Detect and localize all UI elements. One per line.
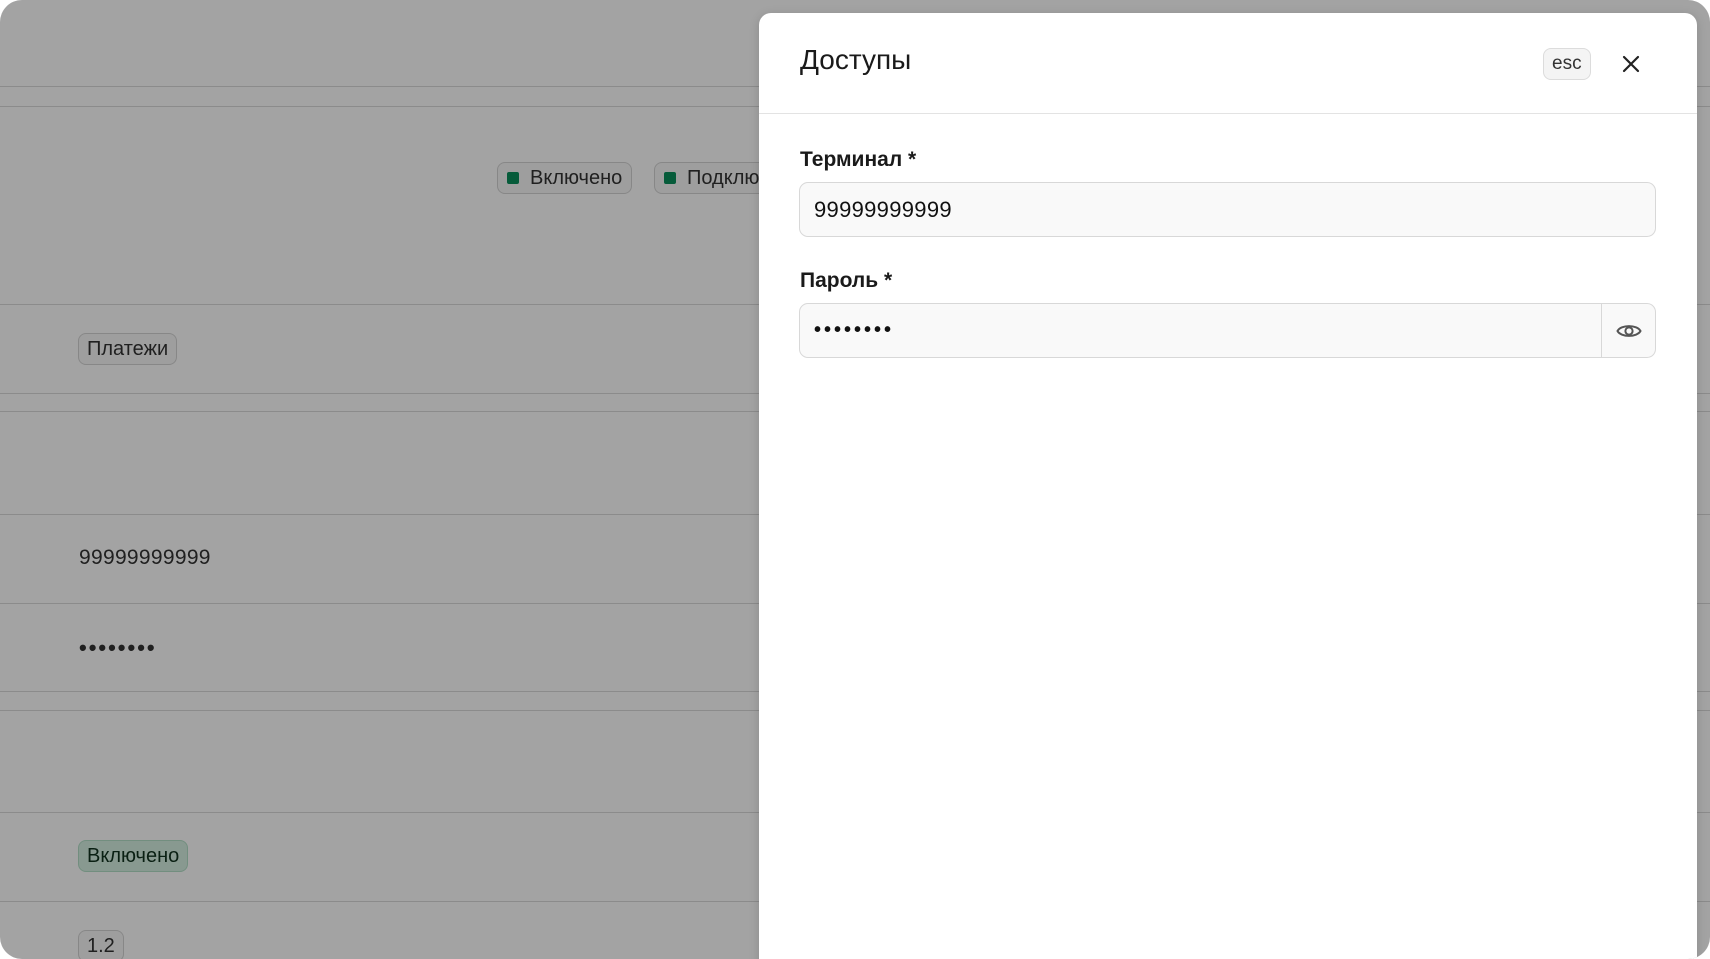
eye-icon: [1616, 324, 1642, 337]
panel-header: Доступы esc: [759, 13, 1697, 114]
terminal-input[interactable]: 99999999999: [799, 182, 1656, 237]
toggle-password-visibility-button[interactable]: [1601, 303, 1656, 358]
password-label: Пароль *: [800, 269, 893, 292]
esc-key-hint: esc: [1543, 48, 1591, 80]
app-frame: Включено Подключ Платежи 99999999999 •••…: [0, 0, 1710, 959]
close-icon: [1622, 55, 1640, 73]
terminal-label: Терминал *: [800, 148, 917, 171]
close-button[interactable]: [1617, 50, 1645, 78]
password-input[interactable]: ••••••••: [799, 303, 1656, 358]
panel-title: Доступы: [800, 44, 912, 75]
access-side-panel: Доступы esc Терминал * 99999999999 Парол…: [759, 13, 1697, 959]
